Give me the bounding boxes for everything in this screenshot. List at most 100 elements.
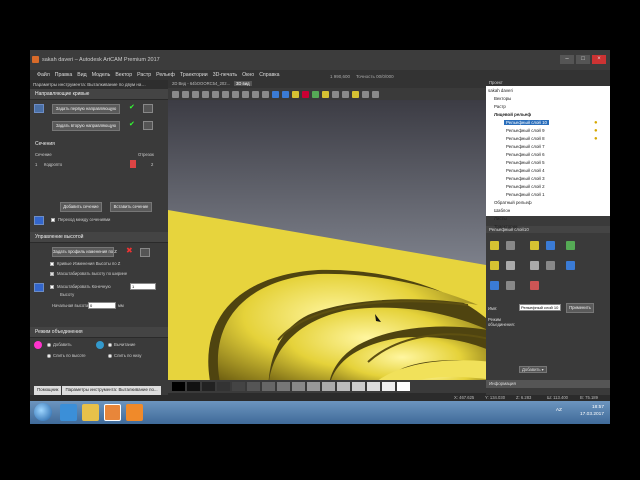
system-clock[interactable]: 18:57 17.03.2017 — [580, 404, 604, 418]
view-tool-icon[interactable] — [262, 90, 269, 98]
3d-viewport[interactable] — [168, 100, 486, 380]
layer-name-input[interactable]: Рельефный слой 10 — [519, 304, 561, 311]
tree-item[interactable]: Листы — [494, 216, 507, 221]
view-tool-icon[interactable] — [232, 90, 239, 98]
color-swatch[interactable] — [232, 382, 245, 391]
tree-item[interactable]: Рельефный слой 9 — [506, 128, 545, 133]
tab-tool-settings[interactable]: Параметры инструмента: Выталкивание по..… — [62, 386, 161, 395]
color-swatch[interactable] — [337, 382, 350, 391]
start-button[interactable] — [34, 403, 52, 421]
move-icon[interactable] — [490, 261, 499, 270]
scale-width-checkbox[interactable] — [50, 272, 54, 276]
add-mode-radio[interactable] — [47, 343, 51, 347]
view-tool-icon[interactable] — [192, 90, 199, 98]
internet-explorer-icon[interactable] — [60, 404, 77, 421]
language-indicator[interactable]: AZ — [556, 408, 562, 413]
color-swatch[interactable] — [322, 382, 335, 391]
view-tool-icon[interactable] — [182, 90, 189, 98]
height-curve-checkbox[interactable] — [50, 262, 54, 266]
tree-item[interactable]: sakah daveri — [488, 88, 513, 93]
apply-button[interactable]: Применить — [566, 303, 594, 313]
color-swatch[interactable] — [277, 382, 290, 391]
layer-tool-icon[interactable] — [566, 261, 575, 270]
color-swatch[interactable] — [292, 382, 305, 391]
lightbulb-icon[interactable]: ● — [594, 128, 598, 134]
view-tool-icon[interactable] — [272, 90, 279, 98]
lightbulb-icon[interactable]: ● — [594, 136, 598, 142]
menu-window[interactable]: Окно — [242, 72, 254, 78]
vlc-icon[interactable] — [126, 404, 143, 421]
tree-item[interactable]: Рельефный слой 5 — [506, 160, 545, 165]
tree-item[interactable]: Шаблон — [494, 208, 510, 213]
tab-2d-view[interactable]: 2D Вид - 64bOOORC54_202... — [170, 81, 232, 86]
arrow-up-icon[interactable] — [530, 261, 539, 270]
swap-icon[interactable] — [143, 104, 153, 113]
tree-item[interactable]: Растр — [494, 104, 506, 109]
tree-item[interactable]: Лицевой рельеф — [494, 112, 531, 117]
scale-input[interactable]: 1 — [130, 283, 156, 290]
view-tool-icon[interactable] — [332, 90, 339, 98]
tree-item[interactable]: Векторы — [494, 96, 511, 101]
close-button[interactable]: × — [592, 55, 606, 64]
color-swatch[interactable] — [202, 382, 215, 391]
tab-3d-view[interactable]: 3D вид — [234, 81, 252, 86]
view-tool-icon[interactable] — [282, 90, 289, 98]
color-swatch[interactable] — [172, 382, 185, 391]
tree-item[interactable]: Рельефный слой 1 — [506, 192, 545, 197]
color-swatch[interactable] — [217, 382, 230, 391]
view-tool-icon[interactable] — [302, 90, 309, 98]
layer-tool-icon[interactable] — [506, 281, 515, 290]
color-swatch[interactable] — [367, 382, 380, 391]
maximize-button[interactable]: □ — [576, 55, 590, 64]
menu-file[interactable]: Файл — [37, 72, 50, 78]
layer-tool-icon[interactable] — [566, 241, 575, 250]
set-first-guide-button[interactable]: Задать первую направляющую — [52, 104, 120, 114]
arrow-down-icon[interactable] — [506, 261, 515, 270]
insert-section-button[interactable]: Вставить сечение — [110, 202, 152, 212]
tab-assistant[interactable]: Помощник — [34, 386, 62, 395]
color-swatch[interactable] — [187, 382, 200, 391]
view-tool-icon[interactable] — [252, 90, 259, 98]
tree-item[interactable]: Рельефный слой 3 — [506, 176, 545, 181]
view-tool-icon[interactable] — [292, 90, 299, 98]
add-layer-icon[interactable] — [490, 241, 499, 250]
transition-checkbox[interactable] — [51, 218, 55, 222]
height-profile-button[interactable]: Задать профиль изменения по Z — [52, 247, 117, 257]
tree-item[interactable]: Рельефный слой 2 — [506, 184, 545, 189]
section-row[interactable]: 1 Кодропто 2 — [30, 160, 168, 172]
save-icon[interactable] — [546, 241, 555, 250]
menu-help[interactable]: Справка — [259, 72, 279, 78]
view-tool-icon[interactable] — [222, 90, 229, 98]
tree-item[interactable]: Рельефный слой 7 — [506, 144, 545, 149]
menu-bitmap[interactable]: Растр — [137, 72, 151, 78]
view-tool-icon[interactable] — [322, 90, 329, 98]
view-tool-icon[interactable] — [312, 90, 319, 98]
layer-tool-icon[interactable] — [546, 261, 555, 270]
swap-icon[interactable] — [140, 248, 150, 257]
tree-item[interactable]: Траектории — [494, 224, 517, 229]
swap-icon[interactable] — [143, 121, 153, 130]
layer-tool-icon[interactable] — [506, 241, 515, 250]
color-swatch[interactable] — [382, 382, 395, 391]
delete-icon[interactable] — [130, 160, 136, 168]
artcam-taskbar-icon[interactable] — [104, 404, 121, 421]
color-swatch[interactable] — [247, 382, 260, 391]
view-tool-icon[interactable] — [372, 90, 379, 98]
info-header[interactable]: Информация — [486, 380, 610, 388]
lightbulb-icon[interactable]: ● — [594, 120, 598, 126]
minimize-button[interactable]: – — [560, 55, 574, 64]
menu-edit[interactable]: Правка — [55, 72, 73, 78]
delete-layer-icon[interactable] — [530, 281, 539, 290]
merge-high-radio[interactable] — [47, 354, 51, 358]
view-tool-icon[interactable] — [212, 90, 219, 98]
color-swatch[interactable] — [307, 382, 320, 391]
menu-3d-print[interactable]: 3D-печать — [213, 72, 237, 78]
add-section-button[interactable]: Добавить сечение — [60, 202, 102, 212]
explorer-icon[interactable] — [82, 404, 99, 421]
subtract-mode-radio[interactable] — [108, 343, 112, 347]
view-tool-icon[interactable] — [362, 90, 369, 98]
menu-view[interactable]: Вид — [77, 72, 86, 78]
tree-item[interactable]: Рельефный слой 6 — [506, 152, 545, 157]
menu-vector[interactable]: Вектор — [115, 72, 132, 78]
layer-tool-icon[interactable] — [490, 281, 499, 290]
